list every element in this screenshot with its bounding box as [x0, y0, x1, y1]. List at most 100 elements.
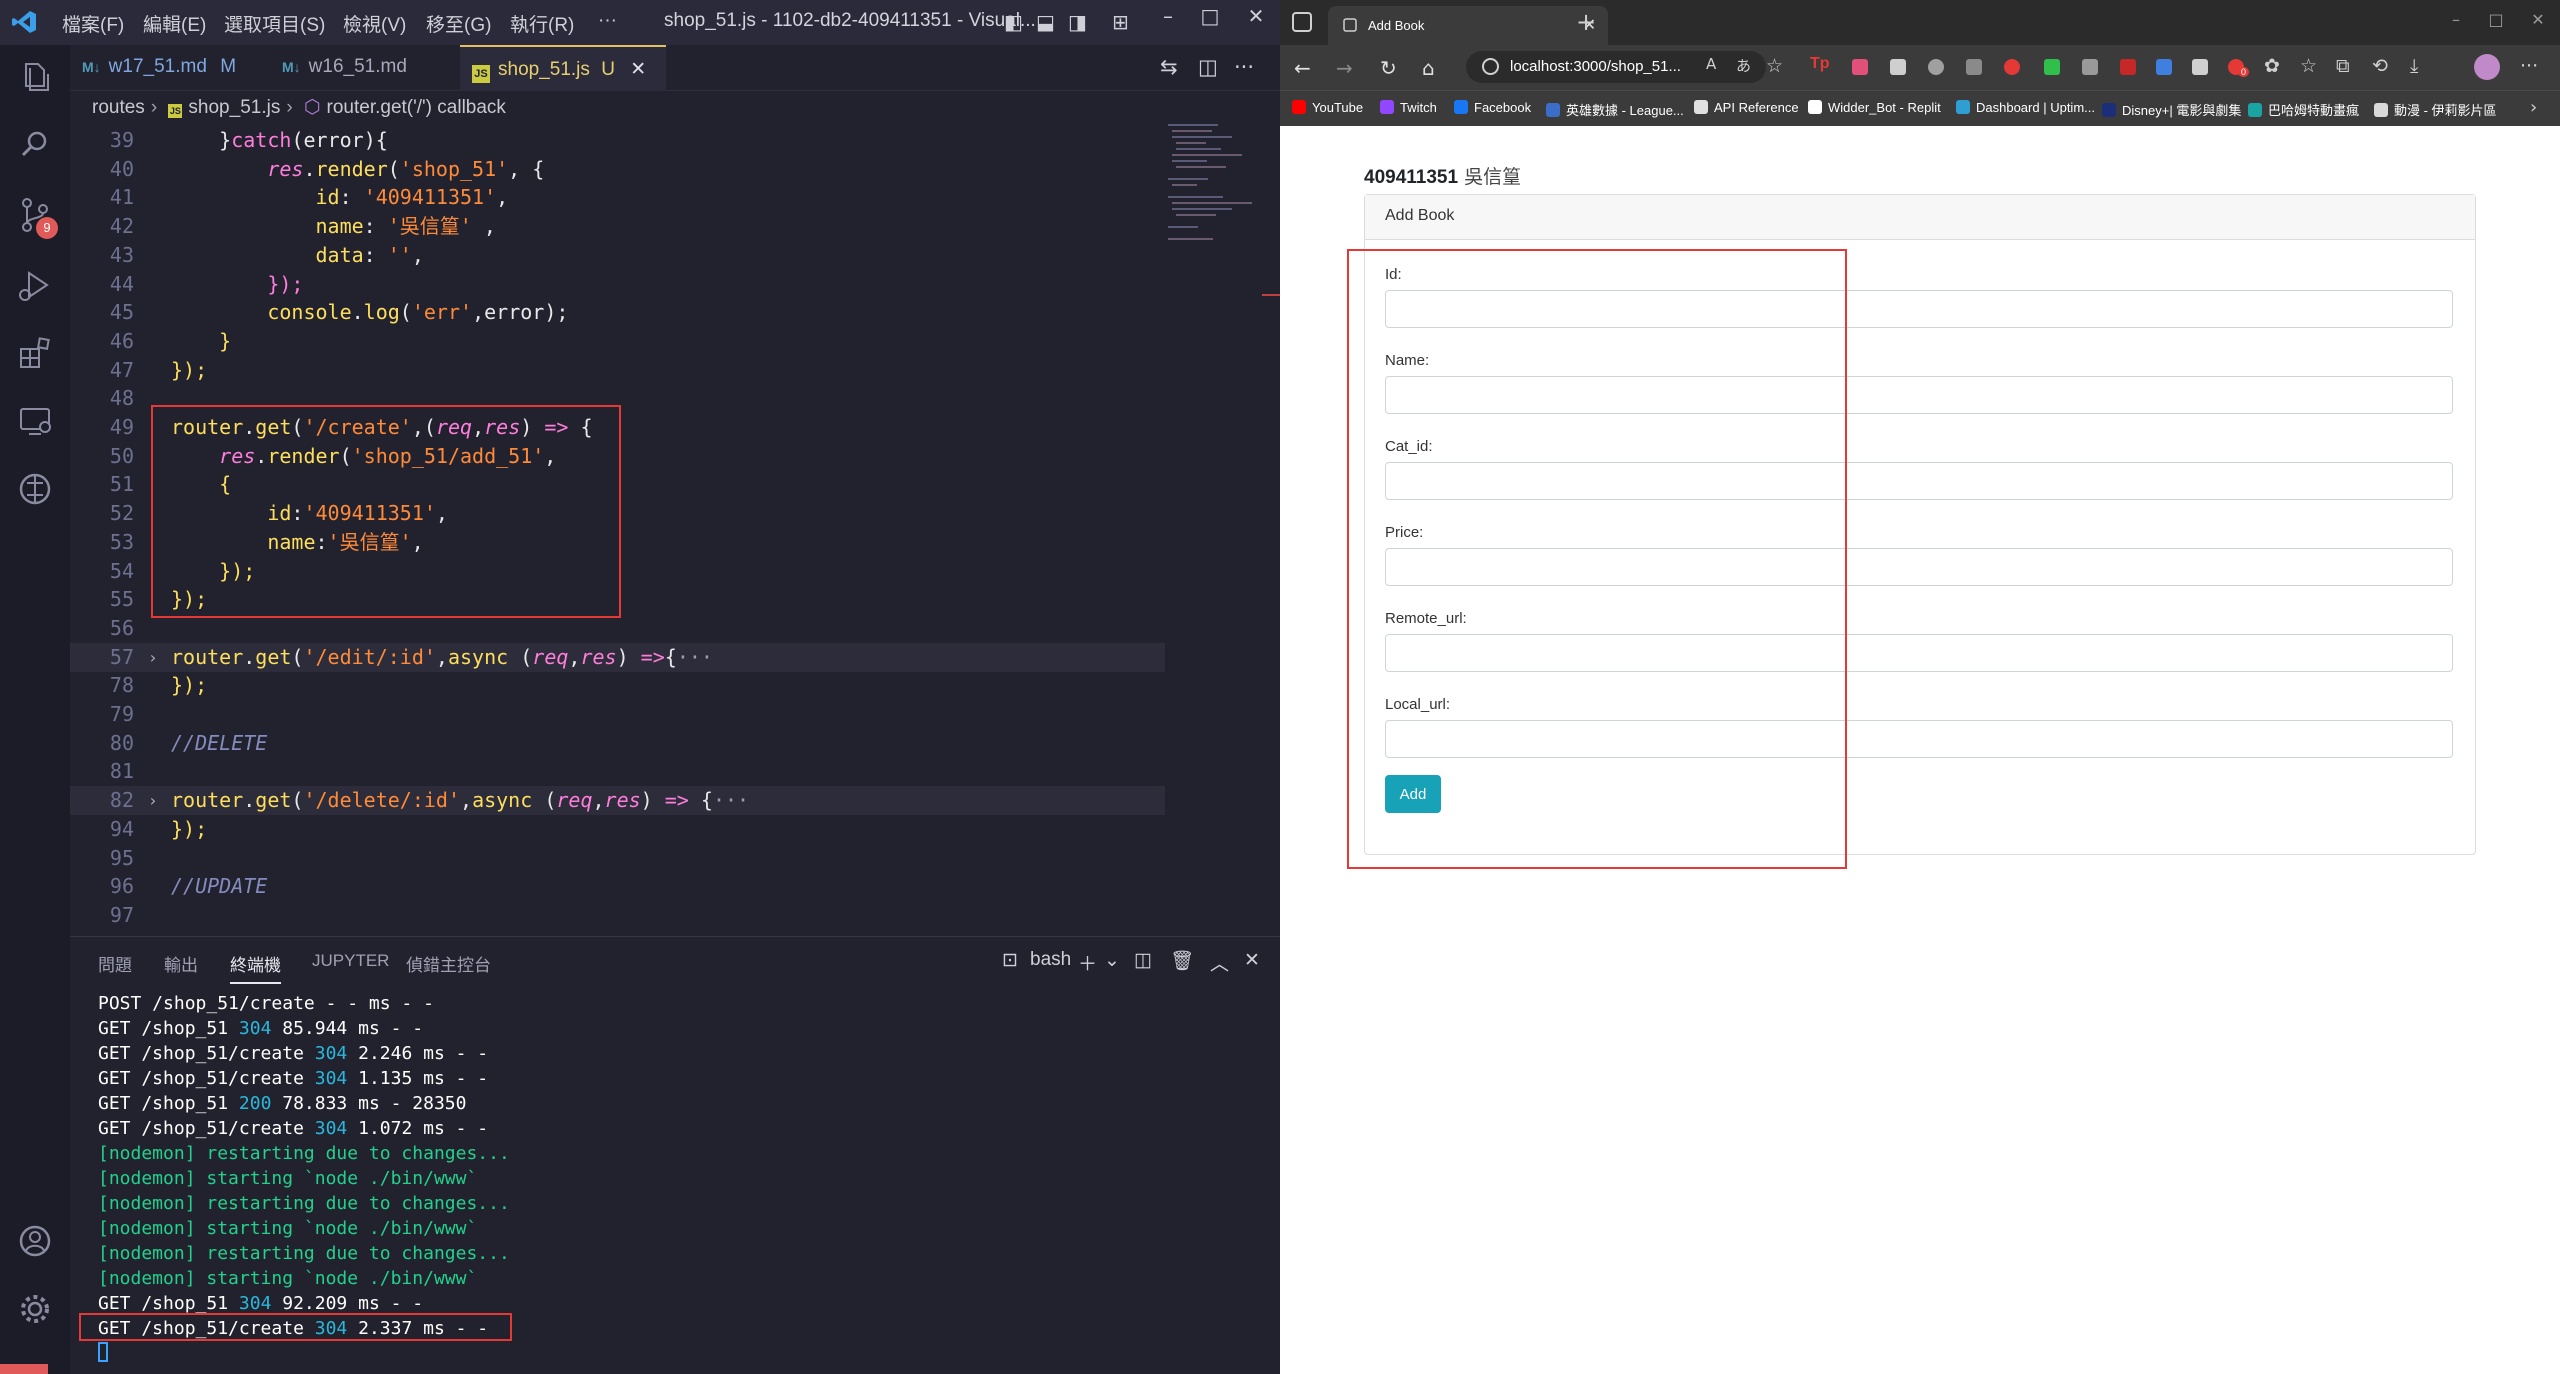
- bookmark-eyny[interactable]: 動漫 - 伊莉影片區: [2374, 100, 2497, 119]
- tab-w17-md[interactable]: M↓ w17_51.md M: [70, 45, 270, 91]
- code-line[interactable]: 57 › router.get('/edit/:id',async (req,res…: [70, 642, 1165, 672]
- breadcrumb-file[interactable]: shop_51.js: [188, 97, 280, 118]
- tab-output[interactable]: 輸出: [164, 951, 198, 976]
- bookmark-twitch[interactable]: Twitch: [1380, 100, 1437, 115]
- minimize-icon[interactable]: –: [2436, 10, 2476, 29]
- settings-gear-icon[interactable]: [15, 1289, 55, 1329]
- menu-file[interactable]: 檔案(F): [62, 10, 124, 37]
- code-line[interactable]: 81: [70, 757, 1170, 786]
- remote-explorer-icon[interactable]: [15, 401, 55, 441]
- address-bar[interactable]: localhost:3000/shop_51...: [1466, 51, 1766, 83]
- code-line[interactable]: 43 data: '',: [70, 241, 1170, 270]
- read-aloud-icon[interactable]: A: [1706, 55, 1716, 73]
- new-tab-icon[interactable]: +: [1576, 8, 1596, 36]
- refresh-icon[interactable]: ↻: [1380, 56, 1397, 80]
- explorer-icon[interactable]: [15, 57, 55, 97]
- code-line[interactable]: 42 name: '吳信篁' ,: [70, 212, 1170, 241]
- maximize-icon[interactable]: □: [2476, 10, 2516, 29]
- code-line[interactable]: 96 //UPDATE: [70, 872, 1170, 901]
- code-line[interactable]: 94});: [70, 815, 1170, 844]
- favorites-icon[interactable]: ☆: [2300, 55, 2317, 77]
- code-line[interactable]: 45 console.log('err',error);: [70, 298, 1170, 327]
- extension-icon[interactable]: [2004, 59, 2020, 75]
- trash-icon[interactable]: 🗑: [1170, 949, 1194, 973]
- site-info-icon[interactable]: [1482, 58, 1499, 75]
- profile-avatar[interactable]: [2474, 54, 2500, 80]
- menu-view[interactable]: 檢視(V): [343, 10, 406, 37]
- history-icon[interactable]: ⟲: [2372, 55, 2388, 77]
- code-line[interactable]: 41 id: '409411351',: [70, 183, 1170, 212]
- breadcrumb-folder[interactable]: routes: [92, 97, 145, 118]
- forward-icon[interactable]: →: [1336, 56, 1353, 80]
- home-icon[interactable]: ⌂: [1422, 56, 1435, 80]
- favorite-add-icon[interactable]: ☆: [1766, 55, 1783, 77]
- chevron-down-icon[interactable]: ⌄: [1104, 949, 1120, 972]
- menu-run[interactable]: 執行(R): [510, 10, 574, 37]
- extension-icon[interactable]: [2082, 59, 2098, 75]
- extensions-icon[interactable]: [15, 333, 55, 373]
- extension-icon[interactable]: [2120, 59, 2136, 75]
- close-panel-icon[interactable]: ✕: [1244, 949, 1260, 972]
- extension-icon[interactable]: [2156, 59, 2172, 75]
- search-icon[interactable]: [15, 125, 55, 165]
- terminal-prompt[interactable]: [98, 1341, 510, 1366]
- code-line[interactable]: 79: [70, 700, 1170, 729]
- code-line[interactable]: 47});: [70, 356, 1170, 385]
- collections-icon[interactable]: ⧉: [2336, 55, 2350, 77]
- new-terminal-icon[interactable]: ＋: [1078, 949, 1097, 976]
- fold-chevron-icon[interactable]: ›: [148, 643, 158, 672]
- extensions-puzzle-icon[interactable]: ✿: [2264, 55, 2280, 77]
- globe-icon[interactable]: [15, 469, 55, 509]
- tab-debug-console[interactable]: 偵錯主控台: [406, 951, 491, 976]
- code-line[interactable]: 82 › router.get('/delete/:id',async (req,r…: [70, 786, 1165, 816]
- close-tab-icon[interactable]: ✕: [630, 59, 646, 80]
- menu-selection[interactable]: 選取項目(S): [224, 10, 325, 37]
- code-line[interactable]: 46 }: [70, 327, 1170, 356]
- customize-layout-icon[interactable]: ⊞: [1112, 10, 1129, 34]
- extension-icon[interactable]: [1890, 59, 1906, 75]
- toggle-panel-icon[interactable]: ⬓: [1036, 10, 1055, 34]
- close-window-icon[interactable]: ✕: [2518, 10, 2558, 29]
- extension-tp-icon[interactable]: Tp: [1810, 55, 1830, 73]
- toggle-secondary-sidebar-icon[interactable]: ◨: [1068, 10, 1087, 34]
- bookmark-bahamut[interactable]: 巴哈姆特動畫瘋: [2248, 100, 2359, 119]
- maximize-panel-icon[interactable]: ︿: [1210, 949, 1229, 976]
- toggle-sidebar-icon[interactable]: ◧: [1004, 10, 1023, 34]
- account-icon[interactable]: [15, 1221, 55, 1261]
- tab-actions-icon[interactable]: [1292, 12, 1312, 32]
- tab-problems[interactable]: 問題: [98, 951, 132, 976]
- settings-more-icon[interactable]: ···: [2520, 55, 2538, 77]
- code-line[interactable]: 56: [70, 614, 1170, 643]
- code-line[interactable]: 95: [70, 844, 1170, 873]
- bookmarks-overflow-icon[interactable]: ›: [2530, 97, 2537, 118]
- bookmark-youtube[interactable]: YouTube: [1292, 100, 1363, 115]
- bookmark-uptime[interactable]: Dashboard | Uptim...: [1956, 100, 2095, 115]
- bookmark-facebook[interactable]: Facebook: [1454, 100, 1531, 115]
- downloads-icon[interactable]: ⤓: [2410, 55, 2418, 77]
- code-line[interactable]: 44 });: [70, 270, 1170, 299]
- close-window-icon[interactable]: ✕: [1236, 4, 1276, 28]
- minimize-icon[interactable]: –: [1148, 4, 1188, 28]
- extension-icon[interactable]: [2192, 59, 2208, 75]
- shield-extension-icon[interactable]: [2044, 59, 2060, 75]
- translate-icon[interactable]: あ: [1736, 55, 1751, 76]
- bookmark-disney[interactable]: Disney+| 電影與劇集: [2102, 100, 2241, 119]
- split-terminal-icon[interactable]: ◫: [1134, 949, 1152, 972]
- maximize-icon[interactable]: □: [1190, 4, 1230, 28]
- bookmark-league[interactable]: 英雄數據 - League...: [1546, 100, 1684, 119]
- extension-icon[interactable]: [1966, 59, 1982, 75]
- menu-edit[interactable]: 編輯(E): [143, 10, 206, 37]
- menu-more[interactable]: ···: [598, 10, 617, 32]
- more-actions-icon[interactable]: ···: [1234, 55, 1254, 79]
- tab-jupyter[interactable]: JUPYTER: [312, 951, 389, 971]
- code-line[interactable]: 40 res.render('shop_51', {: [70, 155, 1170, 184]
- browser-tab-add-book[interactable]: Add Book ✕: [1328, 6, 1608, 45]
- minimap[interactable]: [1168, 120, 1258, 260]
- code-line[interactable]: 80 //DELETE: [70, 729, 1170, 758]
- back-icon[interactable]: ←: [1294, 56, 1311, 80]
- code-line[interactable]: 39 }catch(error){: [70, 126, 1170, 155]
- code-line[interactable]: 78});: [70, 671, 1170, 700]
- bookmark-replit[interactable]: Widder_Bot - Replit: [1808, 100, 1941, 115]
- tab-w16-md[interactable]: M↓ w16_51.md: [270, 45, 460, 91]
- terminal-output[interactable]: POST /shop_51/create - - ms - - GET /shop…: [98, 991, 510, 1366]
